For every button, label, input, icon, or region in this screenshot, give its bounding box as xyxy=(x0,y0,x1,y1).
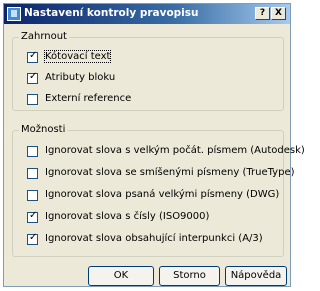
include-group-label: Zahrnout xyxy=(19,31,69,42)
checkbox-box[interactable] xyxy=(27,146,38,157)
checkbox-label: Kótovací text xyxy=(43,50,112,63)
check-icon: ✓ xyxy=(29,210,38,221)
help-button[interactable]: Nápověda xyxy=(225,266,287,286)
check-icon: ✓ xyxy=(29,71,38,82)
checkbox-label: Ignorovat slova s velkým počát. písmem (… xyxy=(45,145,305,156)
checkbox-label: Atributy bloku xyxy=(45,72,116,83)
checkbox-box[interactable] xyxy=(27,168,38,179)
spell-check-settings-dialog: Nastavení kontroly pravopisu ? X Zahrnou… xyxy=(3,3,305,287)
checkbox-label: Ignorovat slova s čísly (ISO9000) xyxy=(45,211,210,222)
close-button[interactable]: X xyxy=(271,7,286,20)
checkbox-box[interactable]: ✓ xyxy=(27,210,38,223)
checkbox-label: Ignorovat slova obsahující interpunkci (… xyxy=(45,233,263,244)
include-group: Zahrnout ✓ Kótovací text ✓ Atributy blok… xyxy=(12,31,284,111)
checkbox-label: Ignorovat slova se smíšenými písmeny (Tr… xyxy=(45,167,295,178)
check-icon: ✓ xyxy=(29,232,38,243)
cancel-button[interactable]: Storno xyxy=(159,266,220,286)
help-title-button[interactable]: ? xyxy=(255,7,270,20)
checkbox-box[interactable]: ✓ xyxy=(27,232,38,245)
ok-button[interactable]: OK xyxy=(88,266,154,286)
checkbox-box[interactable]: ✓ xyxy=(27,71,38,84)
app-icon xyxy=(7,7,21,21)
checkbox-label: Externí reference xyxy=(45,93,132,104)
checkbox-box[interactable]: ✓ xyxy=(27,50,38,63)
options-group-label: Možnosti xyxy=(19,124,68,135)
window-title: Nastavení kontroly pravopisu xyxy=(24,7,199,19)
checkbox-box[interactable] xyxy=(27,94,38,105)
checkbox-label: Ignorovat slova psaná velkými písmeny (D… xyxy=(45,189,280,200)
check-icon: ✓ xyxy=(29,50,38,61)
checkbox-box[interactable] xyxy=(27,190,38,201)
options-group: Možnosti Ignorovat slova s velkým počát.… xyxy=(12,124,305,257)
title-bar[interactable]: Nastavení kontroly pravopisu ? X xyxy=(4,4,290,24)
